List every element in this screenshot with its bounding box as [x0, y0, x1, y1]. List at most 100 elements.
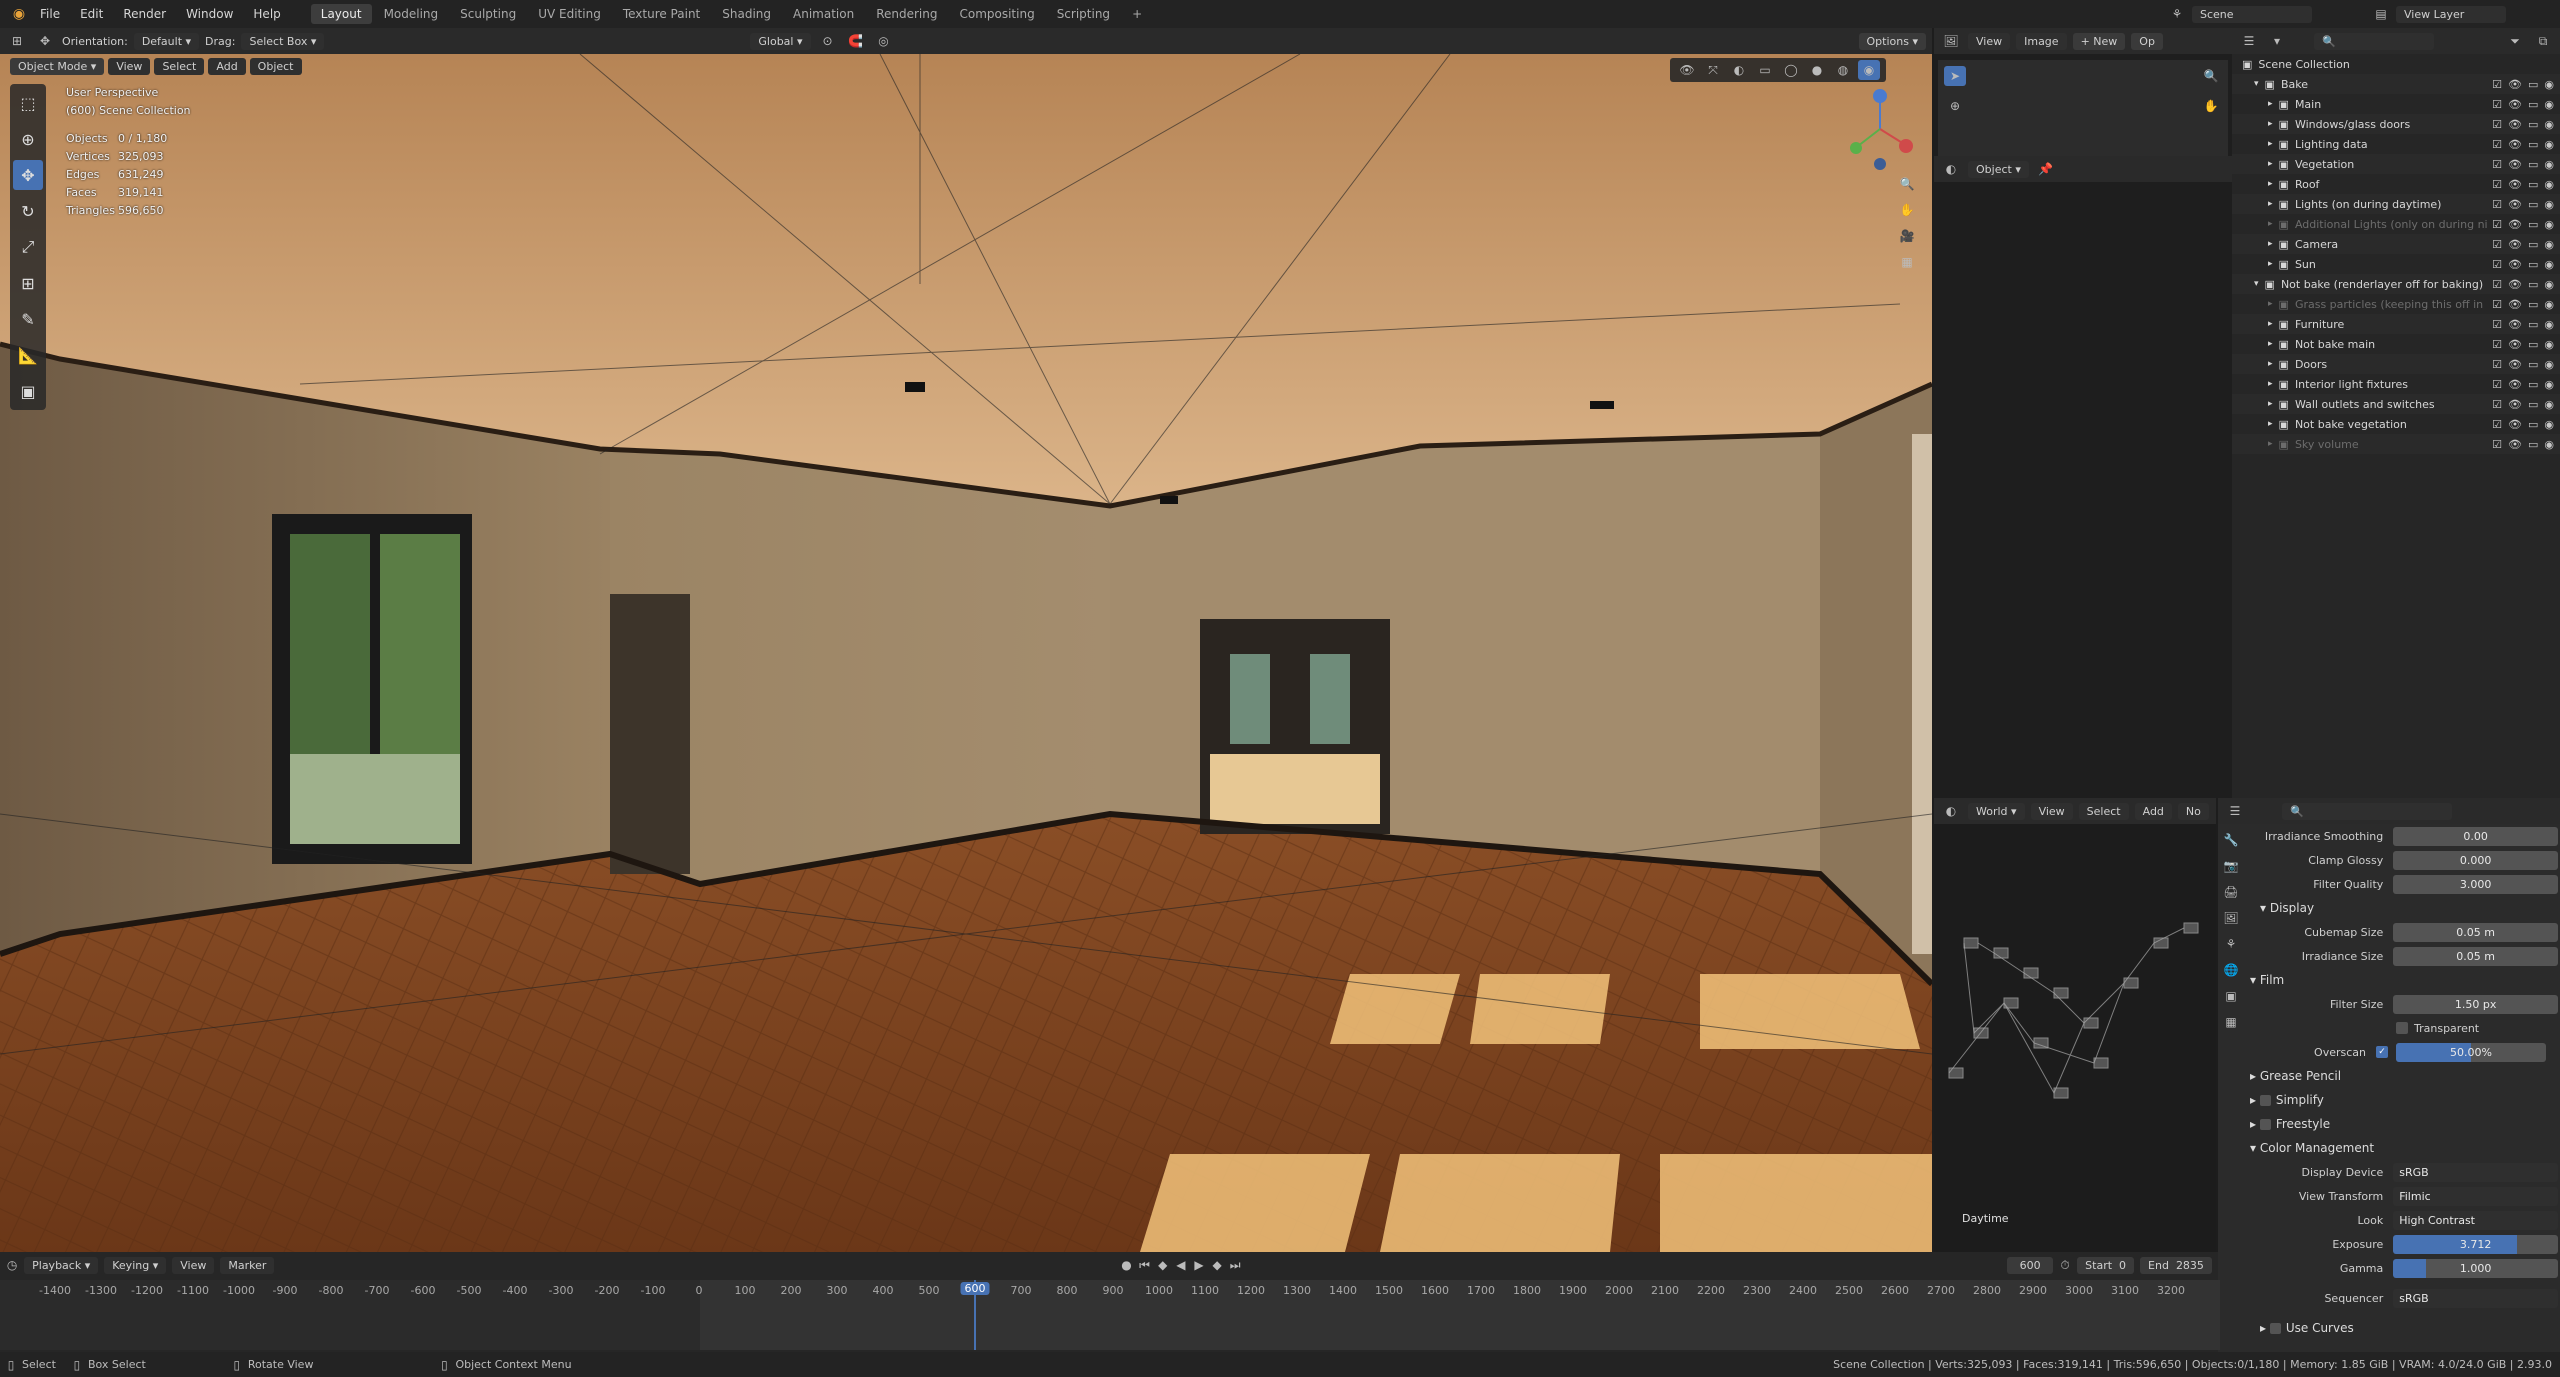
eye-icon[interactable]: 👁: [2508, 378, 2522, 391]
search-input[interactable]: 🔍: [2314, 32, 2434, 50]
view-layer-name[interactable]: View Layer: [2396, 5, 2506, 23]
rendered-shading-icon[interactable]: ◉: [1858, 60, 1880, 80]
checkbox-icon[interactable]: ☑: [2492, 338, 2502, 351]
pan-icon[interactable]: ✋: [2200, 96, 2222, 116]
simplify-checkbox[interactable]: [2259, 1094, 2271, 1106]
tab-sculpting[interactable]: Sculpting: [450, 4, 526, 24]
eye-icon[interactable]: 👁: [2508, 138, 2522, 151]
eye-icon[interactable]: 👁: [2508, 158, 2522, 171]
expand-arrow-icon[interactable]: ▸: [2268, 399, 2273, 409]
editor-type-icon[interactable]: ◐: [1940, 801, 1962, 821]
checkbox-icon[interactable]: ☑: [2492, 198, 2502, 211]
simplify-panel-header[interactable]: ▸ Simplify: [2246, 1088, 2558, 1112]
outliner-row[interactable]: ▸ ▣ Camera ☑ 👁 ▭ ◉: [2232, 234, 2560, 254]
camera-icon[interactable]: ◉: [2544, 278, 2554, 291]
prop-value-field[interactable]: 3.000: [2393, 874, 2558, 894]
transform-orientation-dropdown[interactable]: Global ▾: [750, 32, 811, 50]
cursor-icon[interactable]: ⊕: [1944, 96, 1966, 116]
scale-tool-icon[interactable]: ⤢: [13, 232, 43, 262]
exposure-field[interactable]: 3.712: [2393, 1234, 2558, 1254]
jump-start-icon[interactable]: ⏮: [1139, 1255, 1151, 1275]
menu-window[interactable]: Window: [176, 7, 243, 21]
prop-value-field[interactable]: 0.05 m: [2393, 922, 2558, 942]
expand-arrow-icon[interactable]: ▸: [2268, 419, 2273, 429]
checkbox-icon[interactable]: ☑: [2492, 178, 2502, 191]
options-dropdown[interactable]: Options ▾: [1858, 32, 1926, 50]
checkbox-icon[interactable]: ☑: [2492, 258, 2502, 271]
expand-arrow-icon[interactable]: ▸: [2268, 179, 2273, 189]
checkbox-icon[interactable]: ☑: [2492, 218, 2502, 231]
measure-tool-icon[interactable]: 📐: [13, 340, 43, 370]
transform-tool-icon[interactable]: ⊞: [13, 268, 43, 298]
expand-arrow-icon[interactable]: ▸: [2268, 199, 2273, 209]
timeline-menu-marker[interactable]: Marker: [220, 1256, 275, 1274]
scene-tab-icon[interactable]: ⚘: [2220, 934, 2242, 954]
tab-shading[interactable]: Shading: [712, 4, 781, 24]
play-icon[interactable]: ▶: [1193, 1255, 1205, 1275]
monitor-icon[interactable]: ▭: [2528, 118, 2538, 131]
viewport-menu-select[interactable]: Select: [154, 58, 205, 75]
orientation-dropdown[interactable]: Default ▾: [133, 32, 200, 50]
navigation-gizmo[interactable]: [1840, 84, 1920, 174]
checkbox-icon[interactable]: ☑: [2492, 118, 2502, 131]
image-preview-area[interactable]: ➤ ⊕ 🔍 ✋: [1938, 60, 2228, 156]
timeline-menu-keying[interactable]: Keying ▾: [104, 1256, 167, 1274]
monitor-icon[interactable]: ▭: [2528, 278, 2538, 291]
material-shading-icon[interactable]: ◍: [1832, 60, 1854, 80]
tab-animation[interactable]: Animation: [783, 4, 864, 24]
add-cube-tool-icon[interactable]: ▣: [13, 376, 43, 406]
expand-arrow-icon[interactable]: ▸: [2268, 219, 2273, 229]
gizmo-icon[interactable]: ⤧: [1702, 60, 1724, 80]
camera-icon[interactable]: ◉: [2544, 258, 2554, 271]
record-icon[interactable]: ●: [1120, 1255, 1132, 1275]
playhead-frame-badge[interactable]: 600: [960, 1282, 990, 1295]
outliner-row[interactable]: ▸ ▣ Doors ☑ 👁 ▭ ◉: [2232, 354, 2560, 374]
solid-shading-icon[interactable]: ●: [1806, 60, 1828, 80]
checkbox-icon[interactable]: ☑: [2492, 98, 2502, 111]
render-tab-icon[interactable]: 📷: [2220, 856, 2242, 876]
view-transform-dropdown[interactable]: Filmic: [2393, 1186, 2558, 1206]
current-frame-field[interactable]: 600: [2007, 1256, 2054, 1274]
overlay-icon[interactable]: ◐: [1728, 60, 1750, 80]
freestyle-panel-header[interactable]: ▸ Freestyle: [2246, 1112, 2558, 1136]
timeline-menu-view[interactable]: View: [172, 1256, 215, 1274]
outliner-row[interactable]: ▸ ▣ Main ☑ 👁 ▭ ◉: [2232, 94, 2560, 114]
outliner-row[interactable]: ▸ ▣ Sun ☑ 👁 ▭ ◉: [2232, 254, 2560, 274]
film-panel-header[interactable]: ▾ Film: [2246, 968, 2558, 992]
camera-icon[interactable]: ◉: [2544, 158, 2554, 171]
eye-icon[interactable]: 👁: [2508, 118, 2522, 131]
color-management-panel-header[interactable]: ▾ Color Management: [2246, 1136, 2558, 1160]
blender-logo-icon[interactable]: ◉: [8, 4, 30, 24]
camera-icon[interactable]: ◉: [2544, 218, 2554, 231]
timeline-ruler[interactable]: -1400 -1300 -1200 -1100 -1000 -900 -800 -700 -60…: [0, 1280, 2220, 1350]
node-menu-select[interactable]: Select: [2078, 802, 2129, 820]
annotate-tool-icon[interactable]: ✎: [13, 304, 43, 334]
zoom-icon[interactable]: 🔍: [2200, 66, 2222, 86]
world-dropdown[interactable]: World ▾: [1968, 802, 2025, 820]
checkbox-icon[interactable]: ☑: [2492, 298, 2502, 311]
look-dropdown[interactable]: High Contrast: [2393, 1210, 2558, 1230]
eye-icon[interactable]: 👁: [2508, 238, 2522, 251]
expand-arrow-icon[interactable]: ▾: [2254, 279, 2259, 289]
end-frame-field[interactable]: End 2835: [2140, 1256, 2212, 1274]
outliner-row[interactable]: ▸ ▣ Sky volume ☑ 👁 ▭ ◉: [2232, 434, 2560, 454]
menu-help[interactable]: Help: [243, 7, 290, 21]
checkbox-icon[interactable]: ☑: [2492, 358, 2502, 371]
camera-icon[interactable]: ◉: [2544, 178, 2554, 191]
grease-pencil-panel-header[interactable]: ▸ Grease Pencil: [2246, 1064, 2558, 1088]
outliner-row[interactable]: ▸ ▣ Interior light fixtures ☑ 👁 ▭ ◉: [2232, 374, 2560, 394]
checkbox-icon[interactable]: ☑: [2492, 438, 2502, 451]
editor-type-icon[interactable]: ◷: [6, 1255, 18, 1275]
monitor-icon[interactable]: ▭: [2528, 98, 2538, 111]
outliner-row[interactable]: ▸ ▣ Roof ☑ 👁 ▭ ◉: [2232, 174, 2560, 194]
eye-icon[interactable]: 👁: [2508, 398, 2522, 411]
editor-type-icon[interactable]: ☰: [2238, 31, 2260, 51]
tab-uv-editing[interactable]: UV Editing: [528, 4, 611, 24]
outliner-row[interactable]: ▸ ▣ Furniture ☑ 👁 ▭ ◉: [2232, 314, 2560, 334]
use-curves-panel-header[interactable]: ▸ Use Curves: [2246, 1316, 2558, 1340]
next-keyframe-icon[interactable]: ◆: [1211, 1255, 1223, 1275]
editor-type-icon[interactable]: ☰: [2224, 801, 2246, 821]
checkbox-icon[interactable]: ☑: [2492, 278, 2502, 291]
view-layer-tab-icon[interactable]: 🖼: [2220, 908, 2242, 928]
tab-layout[interactable]: Layout: [310, 4, 372, 24]
